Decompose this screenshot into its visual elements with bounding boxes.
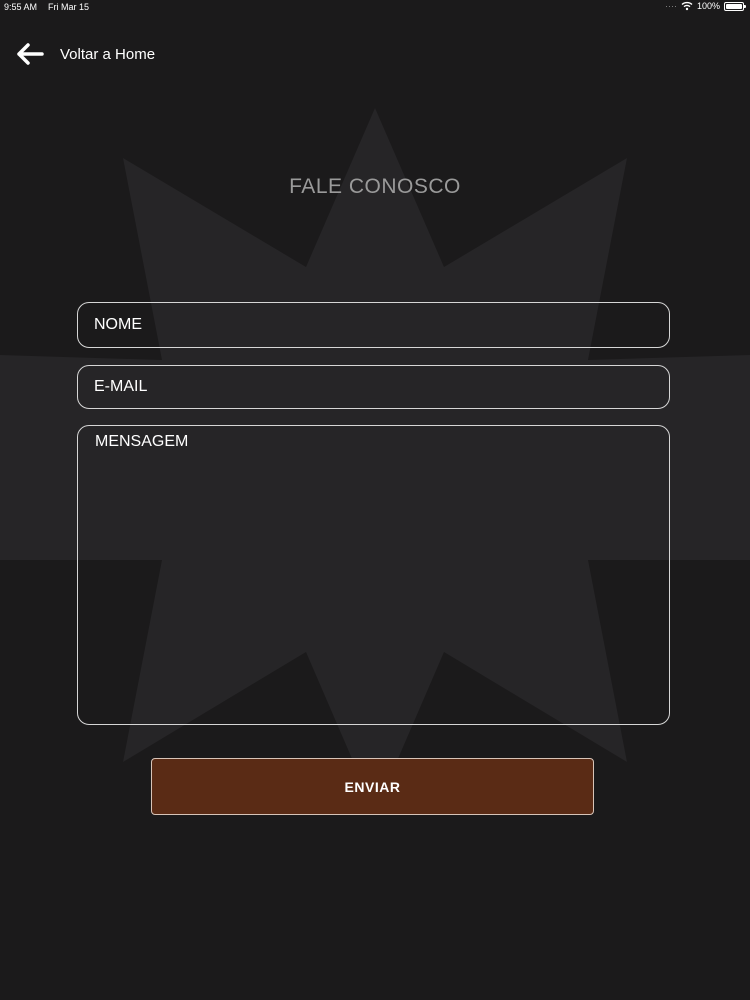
status-time: 9:55 AM [4, 2, 38, 12]
name-input[interactable]: NOME [77, 302, 670, 348]
name-placeholder: NOME [94, 316, 142, 333]
email-placeholder: E-MAIL [94, 378, 148, 395]
message-placeholder: MENSAGEM [95, 433, 189, 450]
battery-percent: 100% [696, 1, 720, 11]
battery-tip [744, 4, 746, 8]
email-input[interactable]: E-MAIL [77, 365, 670, 409]
message-textarea[interactable]: MENSAGEM [77, 425, 670, 725]
status-date: Fri Mar 15 [48, 2, 90, 12]
contact-screen: 9:55 AM Fri Mar 15 ···· 100% Voltar a Ho… [0, 0, 750, 1000]
back-to-home-label: Voltar a Home [60, 45, 156, 63]
send-button[interactable]: ENVIAR [151, 758, 594, 815]
send-button-label: ENVIAR [344, 778, 401, 795]
battery-level-fill [726, 3, 742, 9]
wifi-icon [681, 1, 693, 11]
back-arrow-icon [17, 43, 44, 65]
status-indicators: ···· 100% [664, 1, 746, 11]
page-title: FALE CONOSCO [289, 175, 461, 198]
signal-dots-icon: ···· [664, 1, 677, 11]
back-to-home-button[interactable]: Voltar a Home [14, 38, 155, 70]
status-bar: 9:55 AM Fri Mar 15 ···· 100% [0, 0, 750, 14]
battery-icon [724, 1, 746, 11]
